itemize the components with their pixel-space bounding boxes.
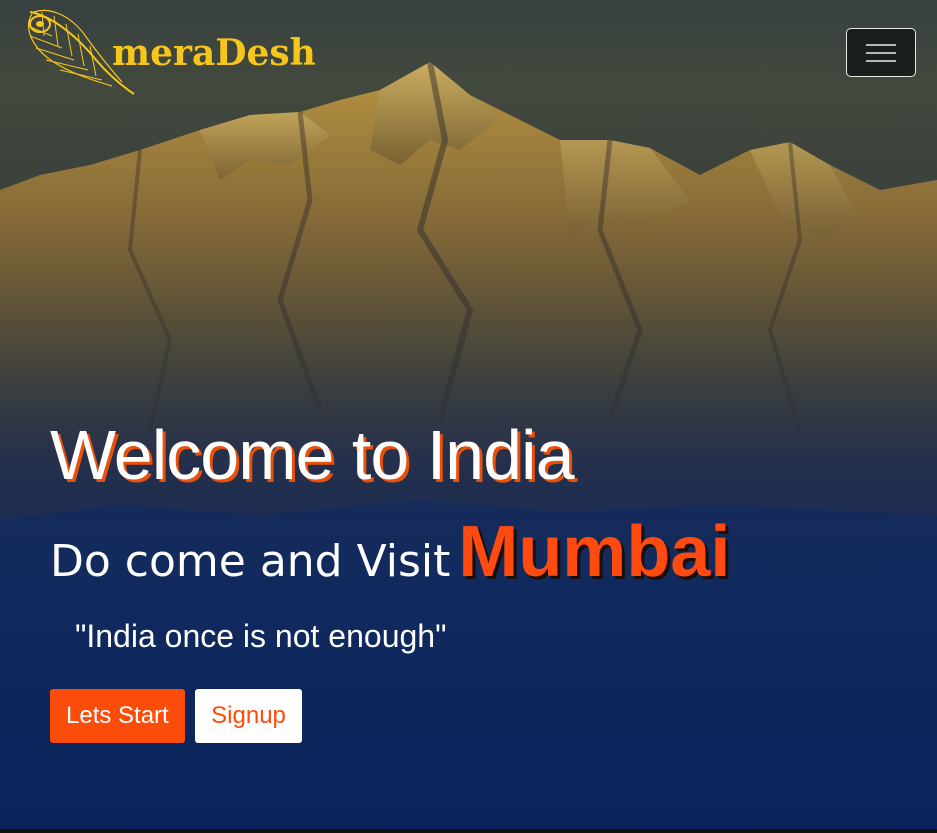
hero-quote: "India once is not enough" — [75, 618, 447, 654]
hero-content: Welcome to India Do come and Visit Mumbai… — [50, 412, 910, 655]
hero-section: meraDesh Welcome to India Do come and Vi… — [0, 0, 937, 833]
hero-subtitle: Do come and Visit Mumbai — [50, 516, 910, 594]
hero-title: Welcome to India — [50, 416, 575, 494]
navbar-toggler-button[interactable] — [846, 28, 916, 77]
signup-button[interactable]: Signup — [195, 689, 302, 743]
hamburger-menu-icon — [866, 38, 896, 68]
subtitle-prefix: Do come and Visit — [50, 536, 451, 587]
bottom-divider — [0, 829, 937, 833]
brand-logo-link[interactable]: meraDesh — [22, 6, 316, 100]
hero-actions: Lets Start Signup — [50, 689, 302, 743]
city-name: Mumbai — [458, 512, 731, 592]
lets-start-button[interactable]: Lets Start — [50, 689, 185, 743]
brand-name: meraDesh — [112, 32, 316, 74]
navbar: meraDesh — [0, 0, 937, 100]
